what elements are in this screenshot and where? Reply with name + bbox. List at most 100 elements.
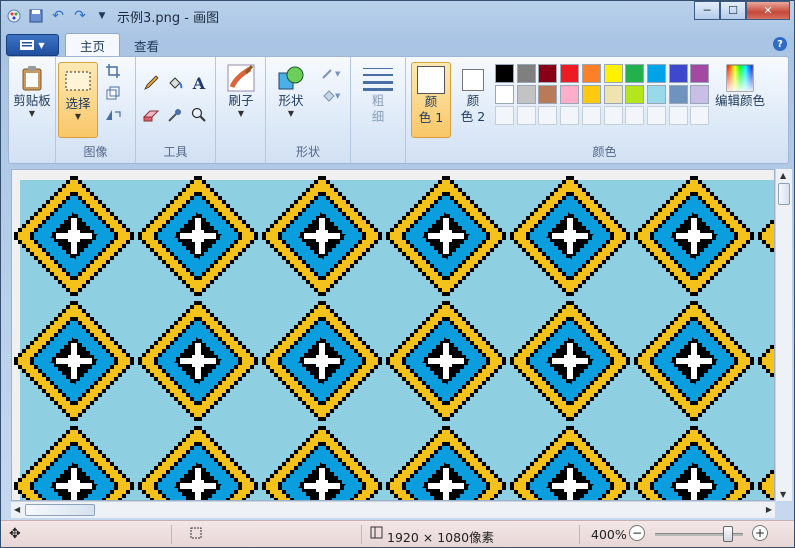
zoom-slider[interactable]	[655, 526, 743, 542]
chevron-down-icon: ▼	[38, 40, 45, 50]
vertical-scrollbar[interactable]: ▲ ▼	[775, 169, 792, 501]
custom-color-slot[interactable]	[668, 106, 688, 125]
scroll-up-icon[interactable]: ▲	[780, 171, 786, 180]
color-swatch[interactable]	[581, 64, 601, 83]
color-swatch[interactable]	[516, 85, 536, 104]
save-icon[interactable]	[27, 7, 45, 25]
canvas-viewport[interactable]	[11, 169, 775, 501]
fill-icon[interactable]: ▼	[318, 85, 346, 105]
brushes-button[interactable]: 刷子 ▼	[220, 60, 262, 119]
horizontal-scroll-thumb[interactable]	[25, 504, 95, 516]
custom-color-slot[interactable]	[495, 106, 514, 125]
edit-colors-button[interactable]: 编辑颜色	[715, 60, 765, 109]
status-divider	[579, 525, 580, 544]
color-swatch[interactable]	[668, 64, 688, 83]
scroll-left-icon[interactable]: ◀	[14, 505, 20, 514]
shapes-label: 形状	[278, 93, 304, 108]
fill-bucket-icon[interactable]	[164, 73, 186, 93]
image-group: 选择 ▼ 图像	[56, 57, 136, 163]
color-swatch[interactable]	[690, 85, 710, 104]
outline-icon[interactable]: ▼	[318, 63, 346, 83]
title-bar: ↶ ↷ ▼ 示例3.png - 画图 ─ ☐ ✕	[1, 1, 794, 31]
custom-color-slot[interactable]	[581, 106, 601, 125]
close-button[interactable]: ✕	[746, 1, 790, 20]
scroll-down-icon[interactable]: ▼	[780, 490, 786, 499]
colors-group-label: 颜色	[592, 145, 617, 159]
svg-text:▼: ▼	[335, 70, 341, 78]
color-swatch[interactable]	[538, 64, 558, 83]
zoom-out-icon[interactable]: −	[629, 525, 645, 541]
canvas-top-band	[12, 170, 774, 180]
custom-color-slot[interactable]	[690, 106, 710, 125]
color-swatch[interactable]	[495, 64, 514, 83]
scroll-right-icon[interactable]: ▶	[766, 505, 772, 514]
line-width-icon	[363, 63, 393, 93]
resize-icon[interactable]	[102, 83, 124, 103]
color-swatch[interactable]	[646, 85, 666, 104]
eraser-icon[interactable]	[140, 105, 162, 125]
color2-button[interactable]: 颜 色 2	[455, 62, 491, 138]
color-swatch[interactable]	[603, 85, 623, 104]
rotate-icon[interactable]	[102, 105, 124, 125]
shapes-group-label: 形状	[295, 145, 320, 159]
color-swatch[interactable]	[495, 85, 514, 104]
shapes-group: 形状 ▼ ▼ ▼ 形状	[266, 57, 351, 163]
color-swatch[interactable]	[690, 64, 710, 83]
horizontal-scrollbar[interactable]: ◀ ▶	[11, 501, 775, 518]
color1-button[interactable]: 颜 色 1	[411, 62, 451, 138]
custom-color-slot[interactable]	[625, 106, 645, 125]
tab-view[interactable]: 查看	[120, 33, 173, 57]
undo-icon[interactable]: ↶	[49, 7, 67, 25]
window-title: 示例3.png - 画图	[117, 10, 220, 26]
clipboard-label: 剪贴板	[13, 93, 51, 108]
color-swatch[interactable]	[581, 85, 601, 104]
clipboard-button[interactable]: 剪贴板 ▼	[11, 60, 53, 119]
color-swatch[interactable]	[668, 85, 688, 104]
vertical-scroll-thumb[interactable]	[778, 183, 790, 205]
select-button[interactable]: 选择 ▼	[58, 62, 98, 138]
color-swatch[interactable]	[538, 85, 558, 104]
zoom-slider-thumb[interactable]	[723, 526, 734, 542]
color-swatch[interactable]	[560, 85, 580, 104]
status-bar: ✥ 1920 × 1080像素 400% − +	[1, 520, 794, 547]
color2-label: 颜 色 2	[460, 93, 486, 124]
custom-color-slot[interactable]	[646, 106, 666, 125]
custom-color-slot[interactable]	[560, 106, 580, 125]
pencil-icon[interactable]	[140, 73, 162, 93]
select-label: 选择	[65, 96, 91, 111]
tools-group: A 工具	[136, 57, 216, 163]
quick-access-dropdown-icon[interactable]: ▼	[93, 7, 111, 25]
paint-menu-button[interactable]: ▼	[6, 34, 59, 56]
app-icon[interactable]	[5, 7, 23, 25]
custom-color-slot[interactable]	[538, 106, 558, 125]
minimize-button[interactable]: ─	[694, 1, 720, 20]
status-divider	[171, 525, 172, 544]
menu-icon	[20, 40, 35, 50]
color-swatch[interactable]	[560, 64, 580, 83]
redo-icon[interactable]: ↷	[71, 7, 89, 25]
canvas-left-band	[12, 170, 20, 500]
color-swatch[interactable]	[625, 64, 645, 83]
color1-swatch	[417, 66, 445, 94]
select-rectangle-icon	[63, 66, 93, 96]
ribbon: 剪贴板 ▼ 选择 ▼ 图像 A 工具 刷子 ▼ 形状 ▼ ▼ ▼ 形状 粗 细 …	[8, 56, 789, 164]
size-button[interactable]: 粗 细	[357, 60, 399, 125]
zoom-in-icon[interactable]: +	[752, 525, 768, 541]
maximize-button[interactable]: ☐	[720, 1, 746, 20]
shapes-button[interactable]: 形状 ▼	[270, 60, 312, 119]
color-swatch[interactable]	[625, 85, 645, 104]
clipboard-group: 剪贴板 ▼	[9, 57, 56, 163]
color-swatch[interactable]	[603, 64, 623, 83]
help-icon[interactable]: ?	[773, 37, 787, 51]
custom-color-slot[interactable]	[603, 106, 623, 125]
image-canvas[interactable]	[12, 170, 775, 501]
tools-group-label: 工具	[163, 145, 188, 159]
color-swatch[interactable]	[516, 64, 536, 83]
text-tool-icon[interactable]: A	[188, 73, 210, 93]
color-picker-icon[interactable]	[164, 105, 186, 125]
crop-icon[interactable]	[102, 61, 124, 81]
magnifier-icon[interactable]	[188, 105, 210, 125]
color-swatch[interactable]	[646, 64, 666, 83]
tab-home[interactable]: 主页	[65, 33, 121, 57]
custom-color-slot[interactable]	[516, 106, 536, 125]
